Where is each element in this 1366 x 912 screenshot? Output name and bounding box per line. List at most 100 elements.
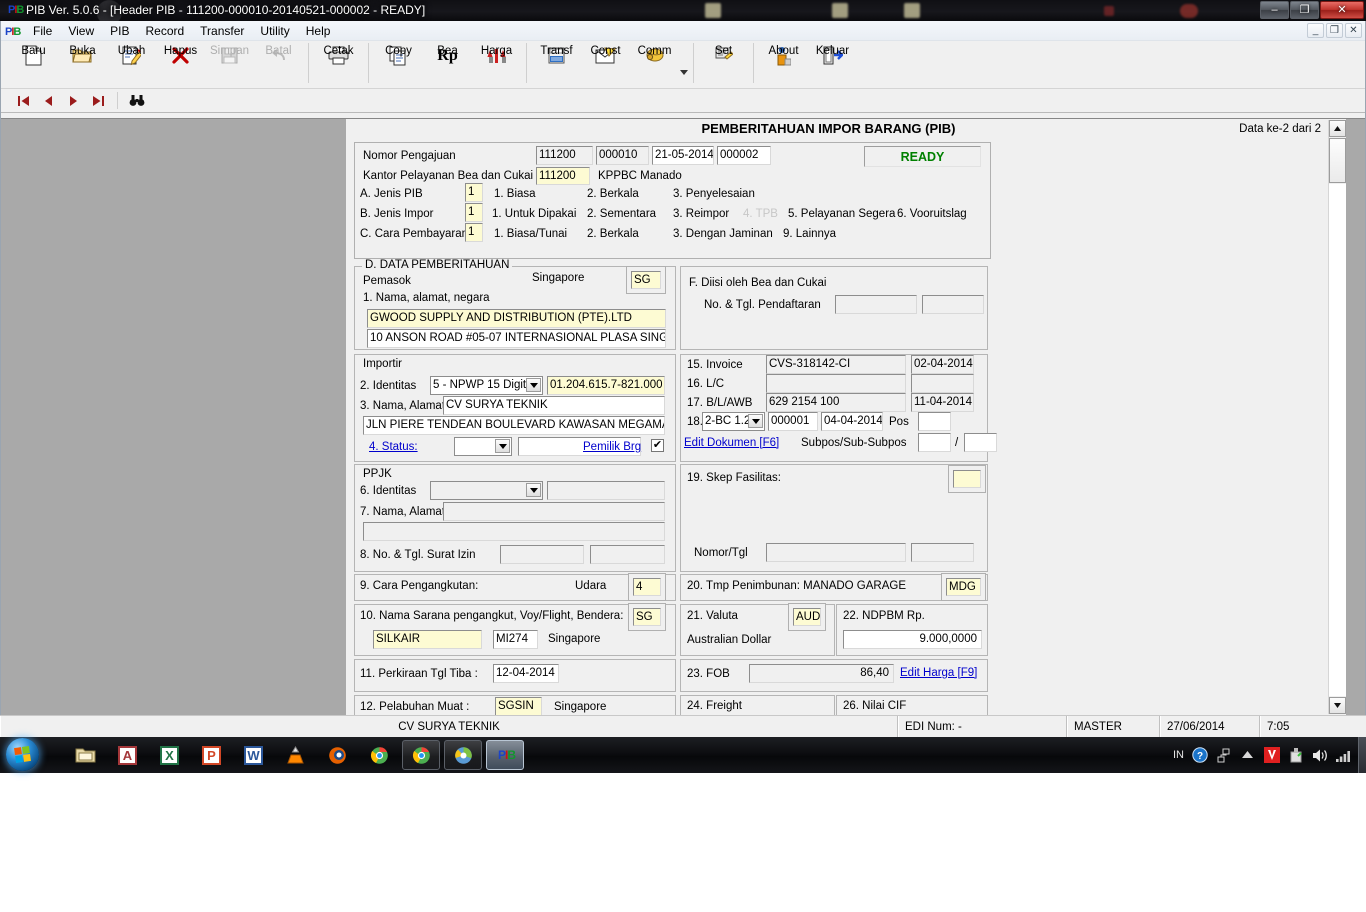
pemasok-address-field[interactable]: 10 ANSON ROAD #05-07 INTERNASIONAL PLASA… xyxy=(367,329,666,348)
tgl-tiba-field[interactable]: 12-04-2014 xyxy=(493,664,559,683)
toolbar-button-harga[interactable]: Harga xyxy=(472,41,521,87)
window-minimize-button[interactable]: – xyxy=(1260,1,1289,19)
skep-code-field[interactable] xyxy=(953,470,981,488)
pos-field[interactable] xyxy=(918,412,951,431)
toolbar-button-bea[interactable]: Rp Bea xyxy=(423,41,472,87)
subpos-field-2[interactable] xyxy=(964,433,997,452)
form-vertical-scrollbar[interactable] xyxy=(1328,120,1346,714)
toolbar-button-copy[interactable]: Copy xyxy=(374,41,423,87)
nomor-pengajuan-field-1[interactable]: 111200 xyxy=(536,146,593,165)
window-close-button[interactable]: ✕ xyxy=(1320,1,1364,19)
toolbar-button-keluar[interactable]: Keluar xyxy=(808,41,857,87)
ppjk-surat-tgl-field[interactable] xyxy=(590,545,665,564)
help-question-icon[interactable]: ? xyxy=(1191,747,1208,764)
lc-no-field[interactable] xyxy=(766,374,906,393)
pendaftaran-tgl-field[interactable] xyxy=(922,295,984,314)
menu-view[interactable]: View xyxy=(60,22,102,40)
ndpbm-field[interactable]: 9.000,0000 xyxy=(843,630,982,649)
ppjk-identitas-extra-field[interactable] xyxy=(547,481,665,500)
menu-pib[interactable]: PIB xyxy=(102,22,137,40)
taskbar-chrome[interactable] xyxy=(360,740,398,770)
window-restore-button[interactable]: ❐ xyxy=(1290,1,1319,19)
taskbar-ms-access[interactable]: A xyxy=(108,740,146,770)
menu-file[interactable]: File xyxy=(25,22,60,40)
mdi-restore-button[interactable]: ❐ xyxy=(1326,23,1343,38)
ppjk-identitas-combo[interactable] xyxy=(430,481,543,500)
tray-language-indicator[interactable]: IN xyxy=(1173,749,1184,761)
toolbar-button-comm[interactable]: Comm xyxy=(630,41,679,87)
window-controls[interactable]: – ❐ ✕ xyxy=(1260,1,1364,19)
skep-tgl-field[interactable] xyxy=(911,543,974,562)
pelabuhan-muat-code[interactable]: SGSIN xyxy=(495,697,542,716)
chevron-down-icon[interactable] xyxy=(526,378,541,392)
mdi-child-controls[interactable]: _ ❐ ✕ xyxy=(1307,23,1362,38)
taskbar-ms-powerpoint[interactable]: P xyxy=(192,740,230,770)
bc-no-field[interactable]: 000001 xyxy=(768,412,818,431)
show-desktop-button[interactable] xyxy=(1358,737,1366,773)
cara-pembayaran-value[interactable]: 1 xyxy=(465,223,483,242)
jenis-pib-value[interactable]: 1 xyxy=(465,183,483,202)
toolbar-button-buka[interactable]: Buka xyxy=(58,41,107,87)
ppjk-alamat-field[interactable] xyxy=(363,522,665,541)
taskbar-picasa[interactable] xyxy=(444,740,482,770)
toolbar-overflow-caret-icon[interactable] xyxy=(680,70,688,75)
chevron-down-icon-3[interactable] xyxy=(526,483,541,497)
scrollbar-track[interactable] xyxy=(1329,184,1346,696)
avira-antivirus-icon[interactable] xyxy=(1263,747,1280,764)
jenis-impor-value[interactable]: 1 xyxy=(465,203,483,222)
toolbar-button-hapus[interactable]: Hapus xyxy=(156,41,205,87)
voy-flight-field[interactable]: MI274 xyxy=(493,630,538,649)
nomor-pengajuan-date[interactable]: 21-05-2014 xyxy=(652,146,714,165)
chevron-down-icon-4[interactable] xyxy=(748,414,763,428)
lc-date-field[interactable] xyxy=(911,374,974,393)
menu-utility[interactable]: Utility xyxy=(252,22,297,40)
network-icon[interactable] xyxy=(1215,747,1232,764)
menu-transfer[interactable]: Transfer xyxy=(192,22,252,40)
taskbar-ms-word[interactable]: W xyxy=(234,740,272,770)
pemasok-country-code-field[interactable]: SG xyxy=(631,271,661,289)
scroll-up-button[interactable] xyxy=(1329,120,1346,137)
importir-status-label[interactable]: 4. Status: xyxy=(369,441,418,453)
edit-dokumen-link[interactable]: Edit Dokumen [F6] xyxy=(684,437,779,449)
bc-type-combo[interactable]: 2-BC 1.2 xyxy=(702,412,765,431)
volume-speaker-icon[interactable] xyxy=(1311,747,1328,764)
toolbar-button-ubah[interactable]: Ubah xyxy=(107,41,156,87)
binoculars-find-icon[interactable] xyxy=(124,91,149,111)
kantor-code-field[interactable]: 111200 xyxy=(536,167,590,185)
last-record-icon[interactable] xyxy=(86,91,111,111)
chevron-down-icon-2[interactable] xyxy=(495,439,510,453)
fob-field[interactable]: 86,40 xyxy=(749,664,894,683)
nomor-pengajuan-field-4[interactable]: 000002 xyxy=(717,146,771,165)
importir-npwp-field[interactable]: 01.204.615.7-821.000 xyxy=(547,376,665,395)
toolbar-button-const[interactable]: Const xyxy=(581,41,630,87)
toolbar-button-transf[interactable]: Transf xyxy=(532,41,581,87)
scroll-down-button[interactable] xyxy=(1329,697,1346,714)
importir-identitas-combo[interactable]: 5 - NPWP 15 Digit xyxy=(430,376,543,395)
cara-code-field[interactable]: 4 xyxy=(633,578,661,596)
penimbunan-code-field[interactable]: MDG xyxy=(946,578,981,596)
pemasok-name-field[interactable]: GWOOD SUPPLY AND DISTRIBUTION (PTE).LTD xyxy=(367,309,666,328)
ppjk-nama-field[interactable] xyxy=(443,502,665,521)
awb-no-field[interactable]: 629 2154 100 xyxy=(766,393,906,412)
importir-nama-field[interactable]: CV SURYA TEKNIK xyxy=(443,396,665,415)
invoice-no-field[interactable]: CVS-318142-CI xyxy=(766,355,906,374)
toolbar-button-set[interactable]: Set xyxy=(699,41,748,87)
pemilik-brg-label[interactable]: Pemilik Brg xyxy=(583,441,641,453)
taskbar-chrome-window[interactable] xyxy=(402,740,440,770)
toolbar-button-baru[interactable]: Baru xyxy=(9,41,58,87)
taskbar-pib-app[interactable]: PIB xyxy=(486,740,524,770)
bendera-code-field[interactable]: SG xyxy=(633,608,661,626)
mdi-close-button[interactable]: ✕ xyxy=(1345,23,1362,38)
importir-alamat-field[interactable]: JLN PIERE TENDEAN BOULEVARD KAWASAN MEGA… xyxy=(363,416,665,435)
nomor-pengajuan-field-2[interactable]: 000010 xyxy=(596,146,649,165)
first-record-icon[interactable] xyxy=(11,91,36,111)
toolbar-button-cetak[interactable]: Cetak xyxy=(314,41,363,87)
scrollbar-thumb[interactable] xyxy=(1329,138,1346,183)
taskbar-windows-explorer[interactable] xyxy=(66,740,104,770)
invoice-date-field[interactable]: 02-04-2014 xyxy=(911,355,974,374)
sarana-name-field[interactable]: SILKAIR xyxy=(373,630,482,649)
importir-status-combo[interactable] xyxy=(454,437,512,456)
previous-record-icon[interactable] xyxy=(36,91,61,111)
ppjk-surat-no-field[interactable] xyxy=(500,545,584,564)
mdi-minimize-button[interactable]: _ xyxy=(1307,23,1324,38)
